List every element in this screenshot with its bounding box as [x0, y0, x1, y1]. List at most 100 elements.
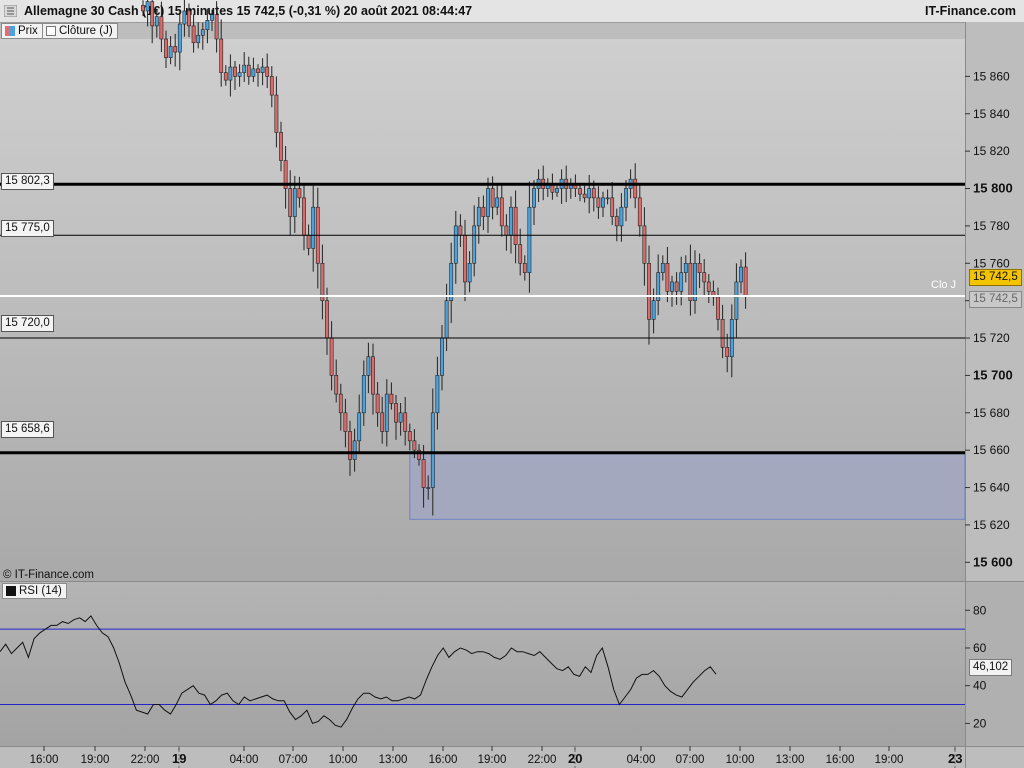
candle-down — [371, 356, 375, 395]
candle-down — [481, 206, 486, 217]
level-label-lower: 15 720,0 — [1, 315, 54, 332]
candle-down — [380, 412, 385, 432]
rsi-tick-label: 20 — [973, 716, 987, 730]
candle-up — [467, 262, 472, 283]
candle-down — [173, 46, 178, 53]
copyright-text: © IT-Finance.com — [3, 569, 94, 581]
candle-down — [725, 347, 730, 358]
candle-down — [706, 281, 711, 292]
time-tick-label: 16:00 — [429, 754, 458, 766]
candle-down — [233, 66, 237, 77]
candle-up — [660, 262, 665, 273]
candle-down — [329, 337, 334, 376]
price-tick-label: 15 700 — [973, 367, 1013, 382]
candle-up — [587, 188, 592, 199]
price-tick-label: 15 620 — [973, 518, 1010, 532]
candle-down — [412, 440, 417, 451]
time-tick-label: 13:00 — [379, 754, 408, 766]
candle-down — [288, 188, 293, 217]
time-tick-label: 22:00 — [528, 754, 557, 766]
candle-down — [591, 188, 596, 199]
time-tick-label: 07:00 — [676, 754, 705, 766]
candle-down — [389, 393, 394, 404]
candle-up — [440, 337, 444, 376]
previous-close-tag: 15 742,5 — [969, 291, 1022, 308]
candle-down — [702, 272, 707, 283]
candle-up — [205, 20, 210, 30]
candle-up — [168, 46, 173, 58]
price-tick-label: 15 660 — [973, 443, 1010, 457]
candle-up — [619, 206, 624, 227]
candle-up — [311, 206, 316, 249]
time-tick-label: 07:00 — [279, 754, 308, 766]
candle-up — [495, 197, 500, 208]
candle-down — [191, 25, 196, 44]
time-tick-label: 19:00 — [81, 754, 110, 766]
candle-up — [555, 188, 559, 193]
candle-down — [642, 225, 647, 264]
candle-up — [679, 272, 684, 292]
price-tick-label: 15 860 — [973, 69, 1010, 83]
price-tick-label: 15 800 — [973, 181, 1013, 196]
candle-down — [518, 244, 523, 264]
candle-up — [670, 281, 674, 292]
price-tick-label: 15 840 — [973, 107, 1010, 121]
candle-down — [265, 66, 270, 77]
candle-up — [242, 64, 247, 73]
time-tick-label: 04:00 — [230, 754, 259, 766]
candle-up — [472, 225, 477, 264]
candle-up — [739, 266, 743, 283]
price-tick-label: 15 600 — [973, 554, 1013, 569]
candle-down — [578, 188, 582, 195]
candle-up — [651, 300, 656, 320]
time-tick-label: 19:00 — [478, 754, 507, 766]
candle-down — [504, 225, 509, 236]
candle-down — [297, 188, 302, 199]
rsi-legend[interactable]: RSI (14) — [2, 583, 67, 599]
chart-canvas[interactable]: 15 600 15 620 15 640 15 660 15 680 15 700 15 7… — [0, 0, 1024, 768]
candle-down — [697, 262, 702, 273]
time-tick-label: 20 — [568, 751, 582, 766]
rsi-tick-label: 40 — [973, 679, 987, 693]
candle-down — [463, 234, 467, 283]
candle-up — [430, 412, 435, 488]
candle-up — [601, 197, 605, 208]
level-label-upper: 15 775,0 — [1, 220, 54, 237]
candle-down — [219, 38, 224, 73]
candle-down — [407, 431, 412, 442]
candle-down — [637, 197, 642, 227]
candle-down — [306, 234, 311, 249]
candle-down — [246, 64, 251, 77]
previous-close-line-label: Clo J — [931, 279, 957, 291]
candle-down — [458, 225, 463, 236]
candle-down — [614, 216, 619, 227]
candle-up — [435, 375, 440, 414]
candle-up — [361, 375, 366, 414]
candle-up — [476, 206, 481, 227]
candle-down — [334, 375, 339, 395]
candle-down — [522, 262, 527, 273]
candle-down — [256, 68, 260, 73]
candle-down — [164, 38, 168, 58]
candle-up — [734, 281, 739, 320]
candle-up — [154, 16, 159, 27]
candle-down — [274, 94, 279, 133]
candle-down — [141, 5, 145, 12]
time-tick-label: 04:00 — [627, 754, 656, 766]
price-tick-label: 15 640 — [973, 481, 1010, 495]
candle-down — [610, 197, 615, 217]
candle-down — [582, 193, 587, 199]
candle-down — [743, 266, 748, 297]
current-price-tag: 15 742,5 — [969, 269, 1022, 286]
candle-down — [647, 262, 651, 320]
candle-down — [596, 197, 601, 208]
rsi-current-value: 46,102 — [969, 659, 1013, 676]
candle-up — [292, 188, 297, 217]
rsi-swatch-icon — [6, 586, 16, 596]
candle-up — [251, 68, 256, 77]
price-tick-label: 15 680 — [973, 406, 1010, 420]
candle-down — [394, 403, 398, 423]
candle-up — [177, 23, 182, 53]
candle-down — [214, 14, 219, 40]
candle-up — [453, 225, 458, 264]
